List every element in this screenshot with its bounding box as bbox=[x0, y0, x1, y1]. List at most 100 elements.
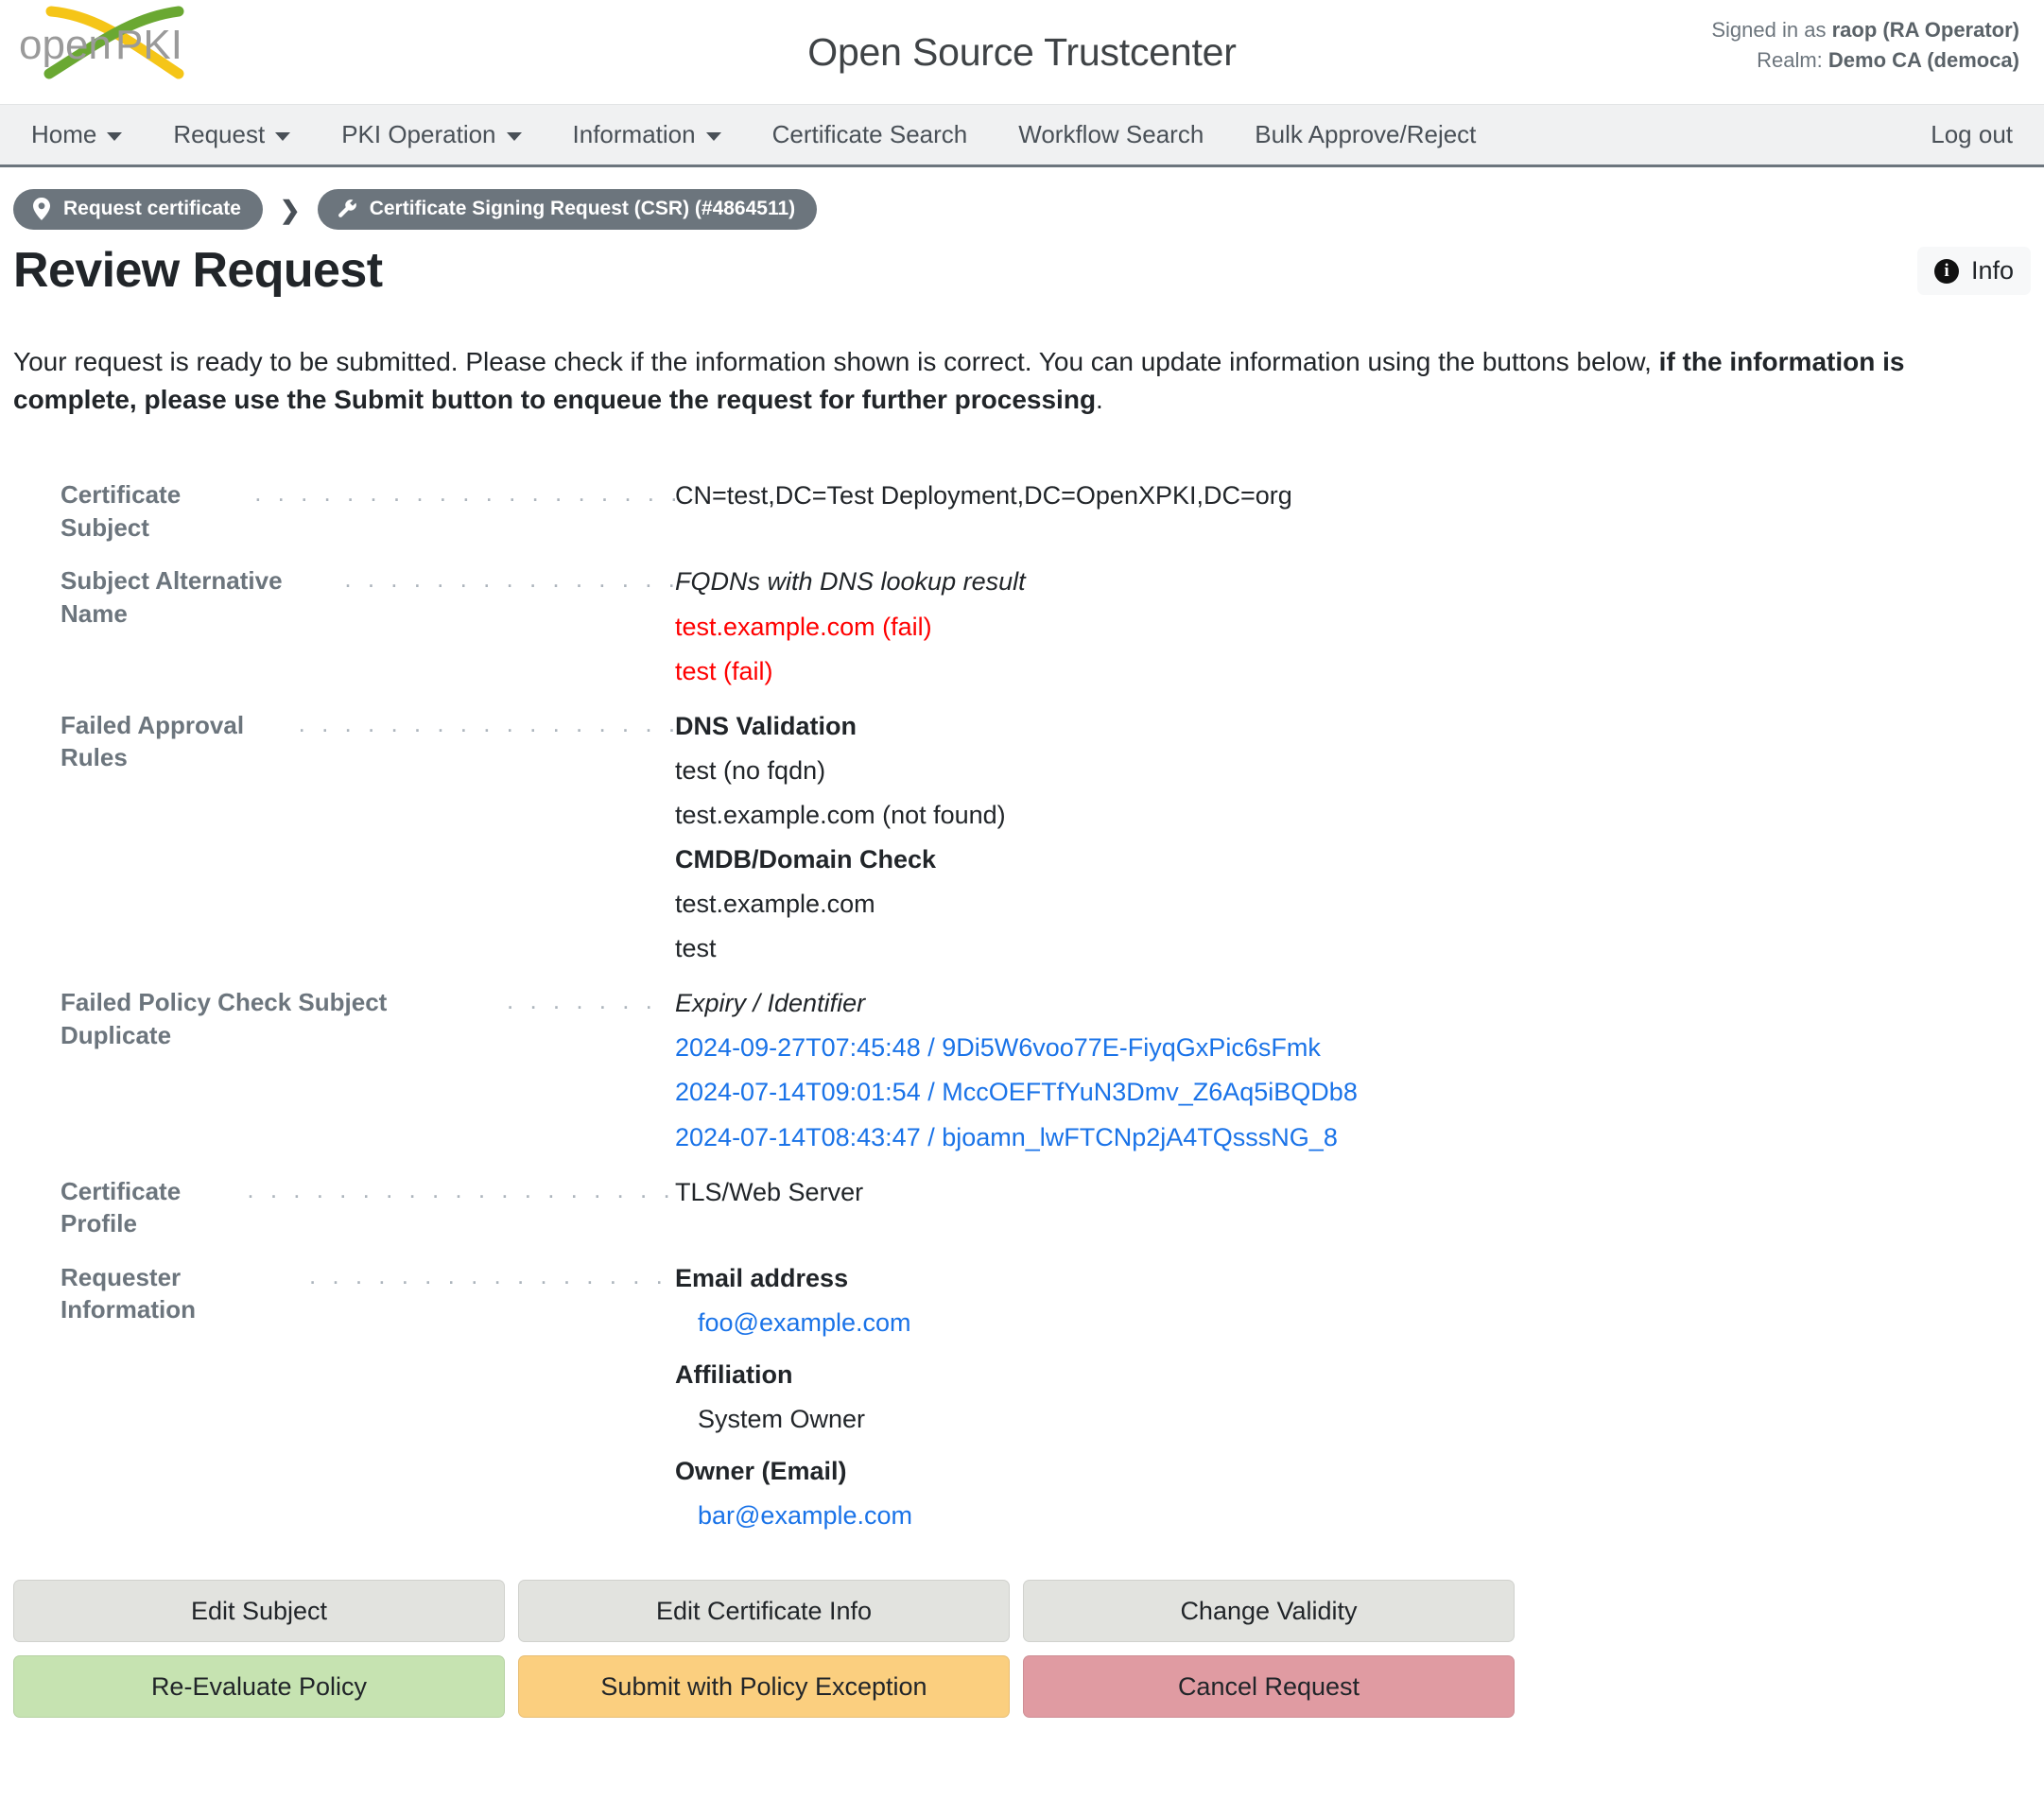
signed-in-user: raop (RA Operator) bbox=[1831, 18, 2019, 42]
field-label: Certificate Subject bbox=[61, 480, 182, 542]
info-button[interactable]: i Info bbox=[1916, 247, 2031, 295]
field-value-link[interactable]: 2024-09-27T07:45:48 / 9Di5W6voo77E-FiyqG… bbox=[675, 1031, 2031, 1064]
nav-item-label: Bulk Approve/Reject bbox=[1255, 120, 1477, 148]
field-label-cell: Certificate Subject . . . . . . . . . . .… bbox=[13, 478, 675, 544]
field-label: Failed Policy Check Subject Duplicate bbox=[61, 988, 388, 1049]
nav-item-certificate-search[interactable]: Certificate Search bbox=[747, 105, 994, 164]
field-value-link[interactable]: 2024-07-14T09:01:54 / MccOEFTfYuN3Dmv_Z6… bbox=[675, 1076, 2031, 1109]
field-leader-dots: . . . . . . . . . . . . . . . . bbox=[344, 564, 675, 594]
submit-with-policy-exception-button[interactable]: Submit with Policy Exception bbox=[518, 1655, 1010, 1719]
field-value-link[interactable]: 2024-07-14T08:43:47 / bjoamn_lwFTCNp2jA4… bbox=[675, 1121, 2031, 1154]
field-row: Certificate Profile . . . . . . . . . . .… bbox=[0, 1175, 2044, 1240]
nav-item-pki-operation[interactable]: PKI Operation bbox=[316, 105, 546, 164]
field-label-cell: Certificate Profile . . . . . . . . . . .… bbox=[13, 1175, 675, 1240]
field-value-line: System Owner bbox=[698, 1405, 866, 1434]
field-value-cell: DNS Validation test (no fqdn) test.example… bbox=[675, 709, 2031, 966]
field-value-subheading: DNS Validation bbox=[675, 711, 857, 740]
nav-item-home[interactable]: Home bbox=[6, 105, 147, 164]
field-value-line: test bbox=[675, 934, 717, 963]
chevron-down-icon bbox=[107, 131, 123, 141]
breadcrumb-item-2[interactable]: Certificate Signing Request (CSR) (#4864… bbox=[317, 189, 818, 230]
page-title: Review Request bbox=[13, 243, 383, 298]
field-value-subheading: CMDB/Domain Check bbox=[675, 845, 937, 874]
field-row: Subject Alternative Name . . . . . . . . … bbox=[0, 564, 2044, 687]
field-value-subheading: Owner (Email) bbox=[675, 1457, 847, 1486]
cancel-request-button[interactable]: Cancel Request bbox=[1023, 1655, 1515, 1719]
chevron-down-icon bbox=[275, 131, 291, 141]
field-label-cell: Requester Information . . . . . . . . . .… bbox=[13, 1261, 675, 1326]
field-label: Failed Approval Rules bbox=[61, 710, 245, 772]
change-validity-button[interactable]: Change Validity bbox=[1023, 1580, 1515, 1643]
field-label: Certificate Profile bbox=[61, 1176, 182, 1238]
field-value-subheading: Affiliation bbox=[675, 1360, 793, 1390]
breadcrumb: Request certificate ❯ Certificate Signing … bbox=[0, 167, 2044, 230]
nav-item-label: Home bbox=[31, 120, 97, 148]
field-value-subheading: Email address bbox=[675, 1263, 849, 1292]
signed-in-as: Signed in as raop (RA Operator) bbox=[1711, 15, 2019, 45]
nav-item-log-out[interactable]: Log out bbox=[1905, 105, 2038, 164]
button-row: Edit Subject Edit Certificate Info Change … bbox=[13, 1580, 2031, 1643]
button-label: Edit Certificate Info bbox=[655, 1596, 873, 1625]
openxpki-logo-icon: open PKI bbox=[19, 6, 184, 79]
button-label: Edit Subject bbox=[190, 1596, 328, 1625]
signed-in-prefix: Signed in as bbox=[1711, 18, 1832, 42]
realm-line: Realm: Demo CA (democa) bbox=[1711, 45, 2019, 76]
field-value-failed: test (fail) bbox=[675, 656, 773, 685]
field-value-line: test.example.com (not found) bbox=[675, 800, 1006, 829]
field-label-cell: Subject Alternative Name . . . . . . . . … bbox=[13, 564, 675, 630]
field-value-cell: Email address foo@example.com Affiliation S… bbox=[675, 1261, 2031, 1533]
edit-subject-button[interactable]: Edit Subject bbox=[13, 1580, 505, 1643]
breadcrumb-separator-icon: ❯ bbox=[279, 195, 301, 224]
nav-item-label: Log out bbox=[1931, 120, 2013, 148]
button-label: Change Validity bbox=[1180, 1596, 1358, 1625]
action-button-area: Edit Subject Edit Certificate Info Change … bbox=[0, 1553, 2044, 1719]
chevron-down-icon bbox=[506, 131, 522, 141]
edit-certificate-info-button[interactable]: Edit Certificate Info bbox=[518, 1580, 1010, 1643]
svg-text:PKI: PKI bbox=[115, 22, 182, 68]
button-label: Cancel Request bbox=[1177, 1671, 1360, 1701]
field-leader-dots: . . . . . . . . . . . . . . . . . . . . … bbox=[254, 478, 675, 508]
breadcrumb-item-label: Request certificate bbox=[63, 198, 241, 219]
info-button-label: Info bbox=[1970, 256, 2014, 285]
nav-item-label: PKI Operation bbox=[341, 120, 496, 148]
field-row: Certificate Subject . . . . . . . . . . .… bbox=[0, 478, 2044, 544]
intro-paragraph: Your request is ready to be submitted. P… bbox=[0, 326, 2028, 419]
session-info: Signed in as raop (RA Operator) Realm: D… bbox=[1711, 15, 2019, 76]
field-value-line: TLS/Web Server bbox=[675, 1177, 864, 1206]
field-value-cell: FQDNs with DNS lookup result test.example… bbox=[675, 564, 2031, 687]
openxpki-logo[interactable]: open PKI bbox=[13, 6, 216, 79]
re-evaluate-policy-button[interactable]: Re-Evaluate Policy bbox=[13, 1655, 505, 1719]
nav-item-bulk-approve-reject[interactable]: Bulk Approve/Reject bbox=[1229, 105, 1501, 164]
field-leader-dots: . . . . . . . . . . . . . . . . . . . . … bbox=[247, 1174, 675, 1203]
field-value-line: test.example.com bbox=[675, 890, 875, 919]
nav-item-label: Information bbox=[572, 120, 696, 148]
map-pin-icon bbox=[32, 198, 51, 220]
breadcrumb-item-1[interactable]: Request certificate bbox=[13, 189, 263, 230]
info-icon: i bbox=[1933, 258, 1959, 284]
chevron-down-icon bbox=[705, 131, 721, 141]
page-title-row: Review Request i Info bbox=[0, 230, 2044, 300]
field-label-cell: Failed Approval Rules . . . . . . . . . .… bbox=[13, 709, 675, 774]
nav-item-information[interactable]: Information bbox=[547, 105, 747, 164]
field-value-cell: Expiry / Identifier 2024-09-27T07:45:48 /… bbox=[675, 986, 2031, 1153]
nav-item-request[interactable]: Request bbox=[147, 105, 316, 164]
nav-item-workflow-search[interactable]: Workflow Search bbox=[993, 105, 1229, 164]
realm-value: Demo CA (democa) bbox=[1827, 47, 2019, 72]
field-value-line: test (no fqdn) bbox=[675, 755, 826, 785]
request-detail-list: Certificate Subject . . . . . . . . . . .… bbox=[0, 444, 2044, 1532]
nav-item-label: Workflow Search bbox=[1018, 120, 1204, 148]
field-label: Subject Alternative Name bbox=[61, 566, 283, 629]
field-leader-dots: . . . . . . . . . . . . . . . . . . bbox=[308, 1260, 675, 1289]
field-value-cell: TLS/Web Server bbox=[675, 1175, 2031, 1209]
breadcrumb-item-label: Certificate Signing Request (CSR) (#4864… bbox=[369, 198, 796, 219]
nav-item-label: Request bbox=[173, 120, 266, 148]
field-leader-dots: . . . . . . . bbox=[507, 986, 657, 1015]
masthead: open PKI Open Source Trustcenter Signed … bbox=[0, 0, 2044, 104]
button-row: Re-Evaluate Policy Submit with Policy Exc… bbox=[13, 1655, 2031, 1719]
field-row: Requester Information . . . . . . . . . .… bbox=[0, 1261, 2044, 1533]
field-value-link[interactable]: foo@example.com bbox=[675, 1307, 2031, 1340]
field-value-failed: test.example.com (fail) bbox=[675, 612, 932, 641]
field-value-link[interactable]: bar@example.com bbox=[675, 1499, 2031, 1532]
field-value-cell: CN=test,DC=Test Deployment,DC=OpenXPKI,D… bbox=[675, 478, 2031, 512]
